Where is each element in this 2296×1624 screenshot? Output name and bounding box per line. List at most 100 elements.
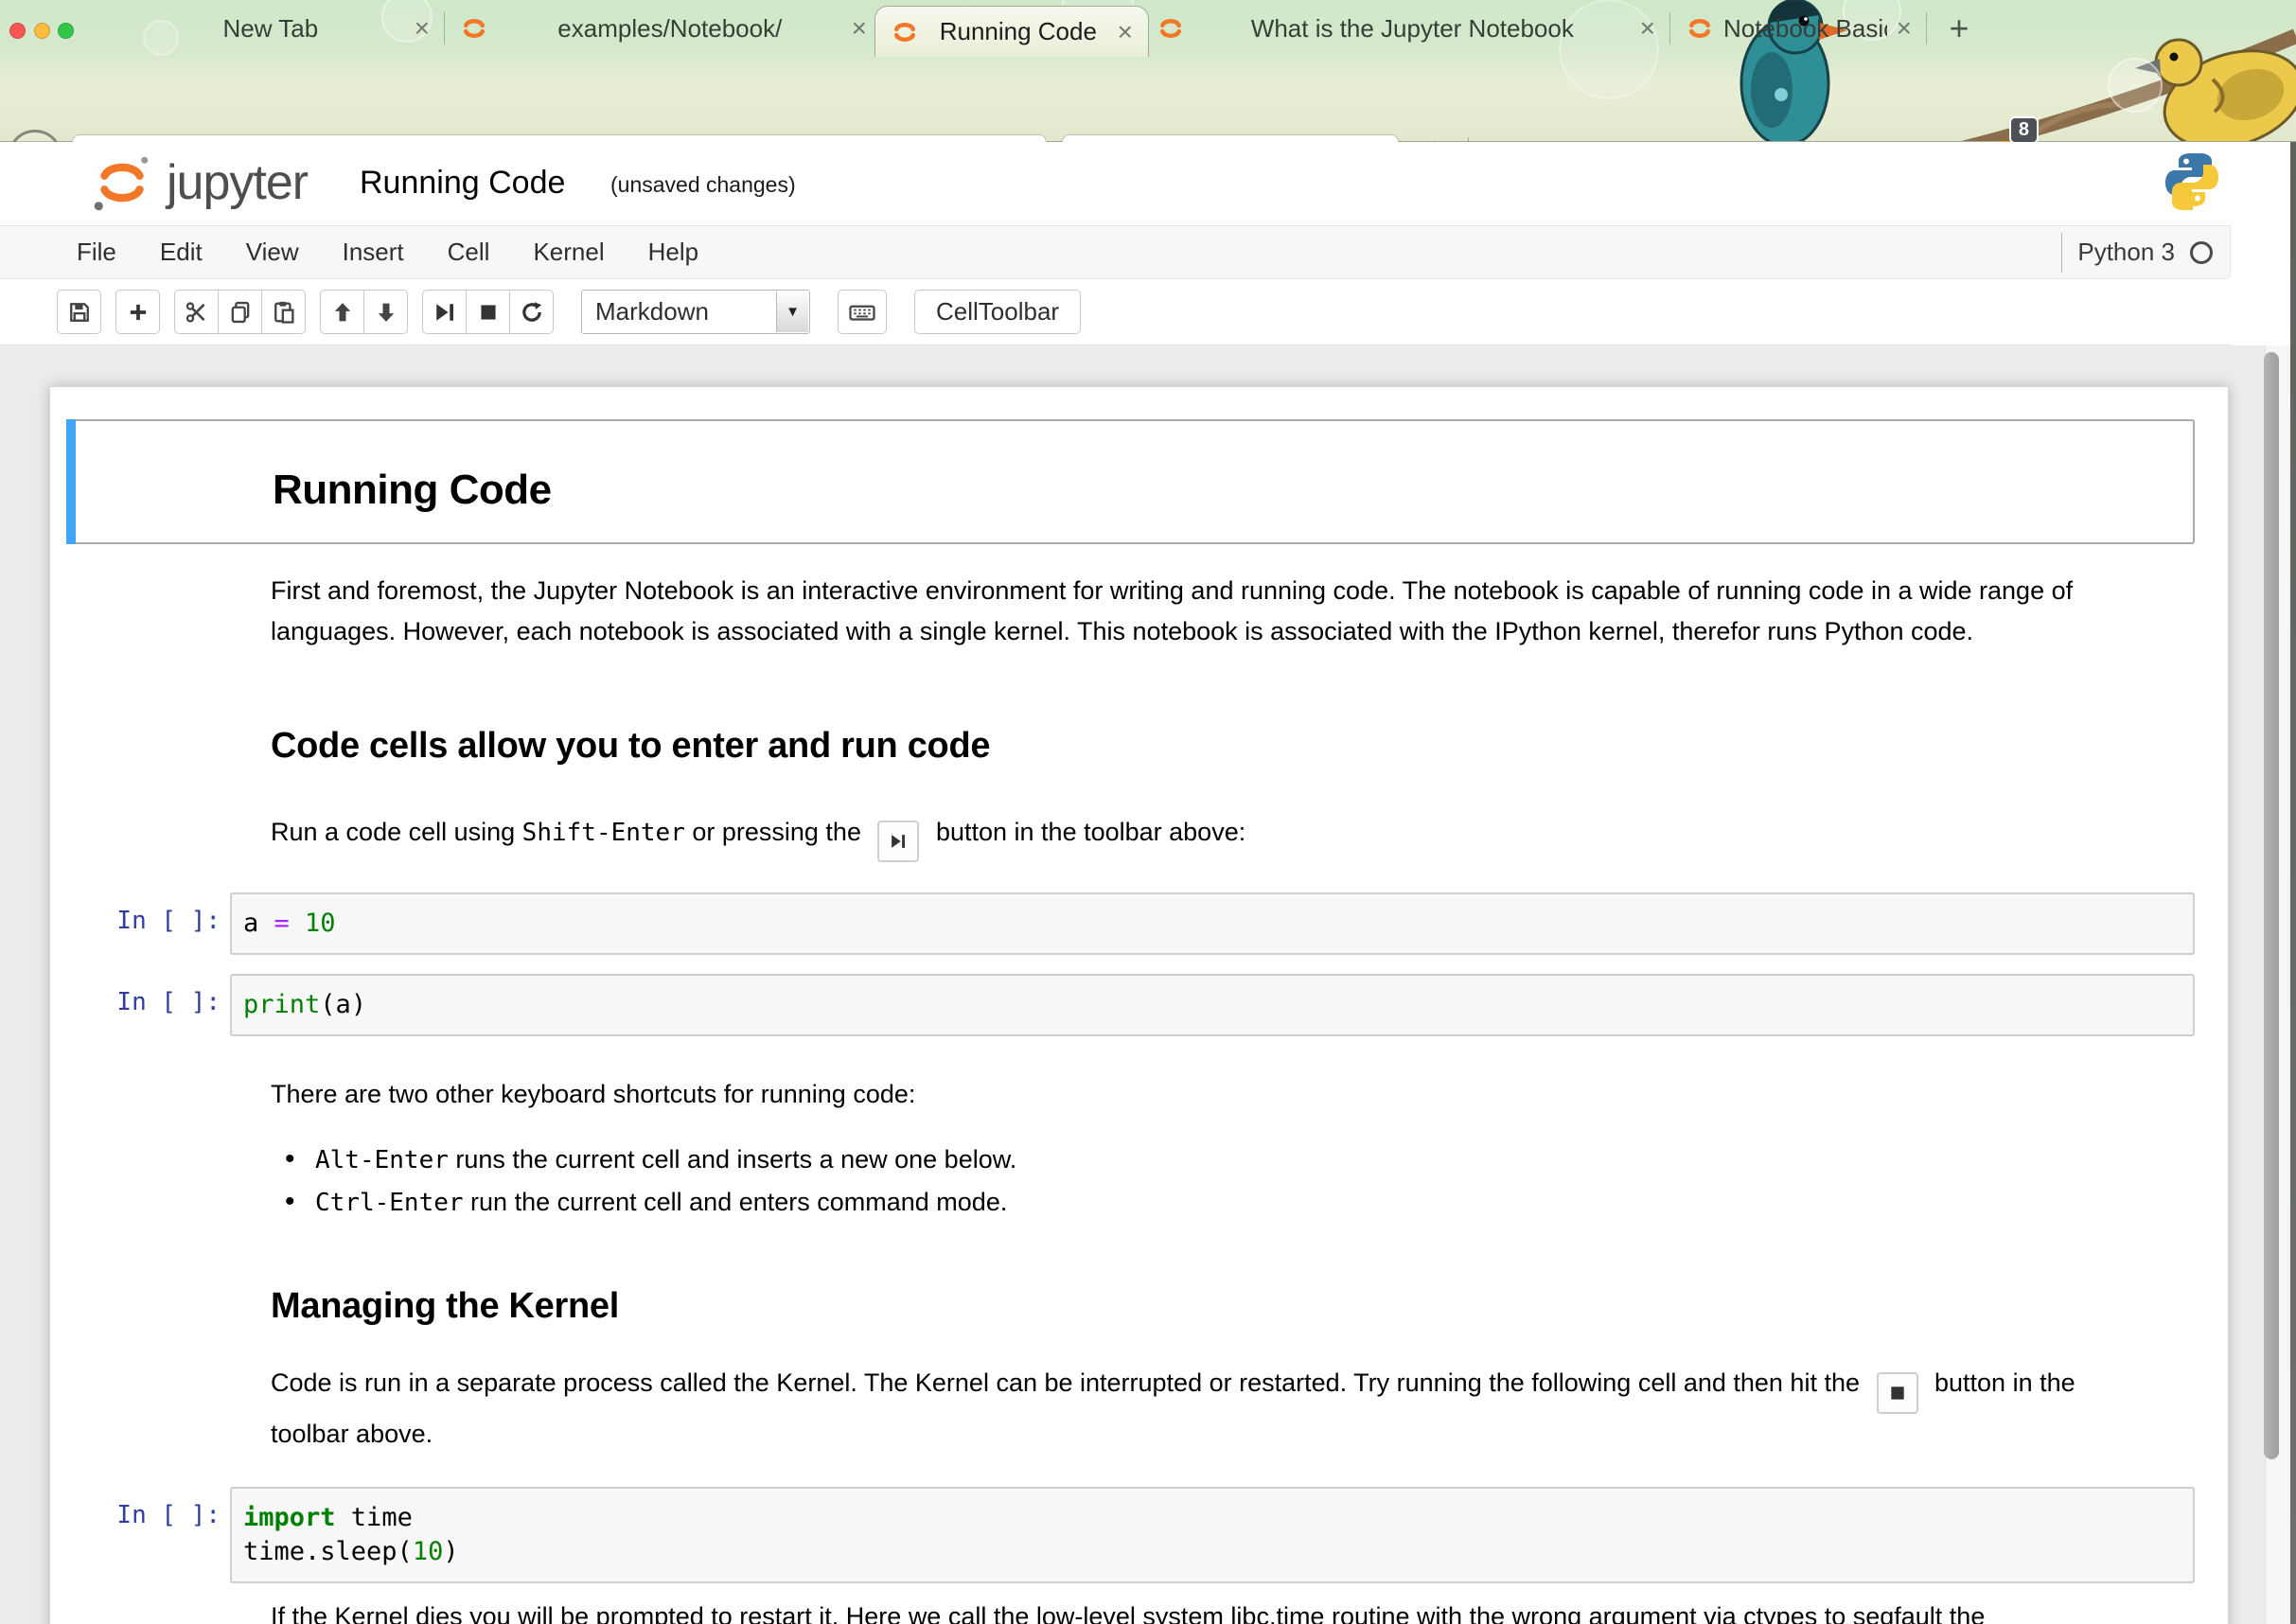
kbd-alt-enter: Alt-Enter <box>315 1146 449 1174</box>
tab-close-icon[interactable]: × <box>852 15 867 42</box>
window-zoom-button[interactable] <box>58 23 74 39</box>
code-input-area[interactable]: import timetime.sleep(10) <box>230 1487 2195 1583</box>
back-arrow-icon <box>19 141 51 142</box>
menu-hamburger-icon[interactable] <box>2112 136 2152 142</box>
jupyter-header: jupyter Running Code (unsaved changes) <box>0 142 2296 225</box>
bug-addon-icon <box>1918 138 1954 142</box>
tab-label: Notebook Basics <box>1723 14 1887 44</box>
jupyter-logo-text: jupyter <box>167 154 308 211</box>
code-cell-sleep: In [ ]: import timetime.sleep(10) <box>50 1487 2195 1583</box>
window-close-button[interactable] <box>9 23 26 39</box>
intro-paragraph: First and foremost, the Jupyter Notebook… <box>271 571 2147 652</box>
reload-icon[interactable] <box>1002 142 1033 143</box>
tab-running-code-active[interactable]: Running Code × <box>874 6 1149 57</box>
keyboard-icon <box>848 298 876 327</box>
jupyter-favicon <box>460 14 488 43</box>
stop-icon <box>1888 1384 1907 1403</box>
menu-view[interactable]: View <box>224 238 321 267</box>
input-prompt: In [ ]: <box>50 892 230 935</box>
run-cell-button[interactable] <box>422 290 467 334</box>
jupyter-favicon <box>891 18 919 46</box>
shortcuts-list: Alt-Enter runs the current cell and inse… <box>283 1139 2147 1224</box>
code-input-area[interactable]: a = 10 <box>230 892 2195 955</box>
code-input-area[interactable]: print(a) <box>230 974 2195 1036</box>
code-cell-print: In [ ]: print(a) <box>50 974 2195 1036</box>
cell-type-dropdown[interactable]: Markdown ▼ <box>581 290 810 334</box>
input-prompt: In [ ]: <box>50 974 230 1016</box>
adblock-plus-addon[interactable]: ABP <box>2041 137 2096 142</box>
save-button[interactable] <box>57 290 101 334</box>
kernel-indicator: Python 3 <box>2061 226 2213 278</box>
window-minimize-button[interactable] <box>34 23 50 39</box>
search-bar[interactable] <box>1062 134 1399 142</box>
menu-help[interactable]: Help <box>627 238 720 267</box>
menu-insert[interactable]: Insert <box>321 238 426 267</box>
menu-file[interactable]: File <box>55 238 138 267</box>
celltoolbar-button[interactable]: CellToolbar <box>914 290 1081 334</box>
tab-notebook-basics[interactable]: Notebook Basics × <box>1670 0 1927 57</box>
interrupt-kernel-button[interactable] <box>466 290 510 334</box>
scrollbar-thumb[interactable] <box>2264 352 2279 1459</box>
url-bar[interactable]: localhost:8888/notebooks/docs/source/exa… <box>72 134 1047 142</box>
kbd-shift-enter: Shift-Enter <box>522 819 685 847</box>
bookmarks-menu-icon[interactable] <box>1485 138 1521 142</box>
kernel-name: Python 3 <box>2077 238 2175 267</box>
restart-kernel-button[interactable] <box>509 290 554 334</box>
shortcuts-paragraph: There are two other keyboard shortcuts f… <box>271 1074 2147 1115</box>
copy-cell-button[interactable] <box>218 290 262 334</box>
tab-bar: New Tab × examples/Notebook/ × Running C… <box>0 0 2296 57</box>
quill-addon-icon[interactable] <box>1745 138 1781 142</box>
markdown-cell-selected[interactable]: Running Code <box>66 419 2195 544</box>
browser-chrome: New Tab × examples/Notebook/ × Running C… <box>0 0 2296 142</box>
list-item: Alt-Enter runs the current cell and inse… <box>283 1139 2147 1181</box>
jupyter-page: jupyter Running Code (unsaved changes) F… <box>0 142 2296 1624</box>
restart-icon <box>519 299 545 326</box>
code-cell-a: In [ ]: a = 10 <box>50 892 2195 955</box>
cut-icon <box>184 299 210 326</box>
jupyter-logo-icon <box>91 151 153 214</box>
move-cell-up-button[interactable] <box>320 290 364 334</box>
tab-close-icon[interactable]: × <box>1897 15 1912 42</box>
pocket-icon[interactable] <box>1537 138 1573 142</box>
input-prompt: In [ ]: <box>50 1487 230 1529</box>
bookmark-star-icon[interactable] <box>1416 138 1452 142</box>
menu-kernel[interactable]: Kernel <box>511 238 626 267</box>
feedback-smiley-icon[interactable] <box>1693 138 1729 142</box>
cut-cell-button[interactable] <box>174 290 219 334</box>
scrollbar-track[interactable] <box>2265 345 2289 1624</box>
tab-new-tab[interactable]: New Tab × <box>121 0 445 57</box>
autosave-status: (unsaved changes) <box>610 172 796 198</box>
tab-examples-notebook[interactable]: examples/Notebook/ × <box>445 0 882 57</box>
paste-icon <box>271 299 297 326</box>
back-button[interactable] <box>8 130 62 142</box>
bug-addon[interactable] <box>1918 138 1971 142</box>
step-forward-icon <box>888 831 909 852</box>
tab-close-icon[interactable]: × <box>1640 15 1655 42</box>
new-tab-button[interactable]: + <box>1938 8 1980 49</box>
paste-cell-button[interactable] <box>261 290 306 334</box>
menu-edit[interactable]: Edit <box>138 238 224 267</box>
kbd-ctrl-enter: Ctrl-Enter <box>315 1189 464 1217</box>
navigation-bar: localhost:8888/notebooks/docs/source/exa… <box>0 57 2296 142</box>
home-icon[interactable] <box>1641 138 1677 142</box>
fly-addon[interactable] <box>1849 138 1902 142</box>
arrow-up-icon <box>329 299 356 326</box>
command-palette-button[interactable] <box>838 290 887 334</box>
move-cell-down-button[interactable] <box>363 290 408 334</box>
add-cell-button[interactable] <box>115 290 160 334</box>
notebook-scroll-area: Running Code First and foremost, the Jup… <box>0 345 2296 1624</box>
browser-window: New Tab × examples/Notebook/ × Running C… <box>0 0 2296 1624</box>
duckduckgo-icon[interactable] <box>1797 138 1833 142</box>
tab-close-icon[interactable]: × <box>415 15 430 42</box>
jupyter-logo[interactable]: jupyter <box>91 151 308 214</box>
menu-cell[interactable]: Cell <box>426 238 512 267</box>
notebook-title[interactable]: Running Code <box>360 165 565 202</box>
tab-close-icon[interactable]: × <box>1118 19 1133 45</box>
tab-what-is-jupyter[interactable]: What is the Jupyter Notebook × <box>1141 0 1670 57</box>
inline-stop-button-image <box>1877 1372 1918 1414</box>
downloads-icon[interactable] <box>1589 138 1625 142</box>
jupyter-favicon <box>1686 14 1714 43</box>
step-forward-icon <box>432 299 458 326</box>
snowflake-addon[interactable]: 8 <box>1987 137 2025 142</box>
kernel-paragraph: Code is run in a separate process called… <box>271 1363 2147 1455</box>
